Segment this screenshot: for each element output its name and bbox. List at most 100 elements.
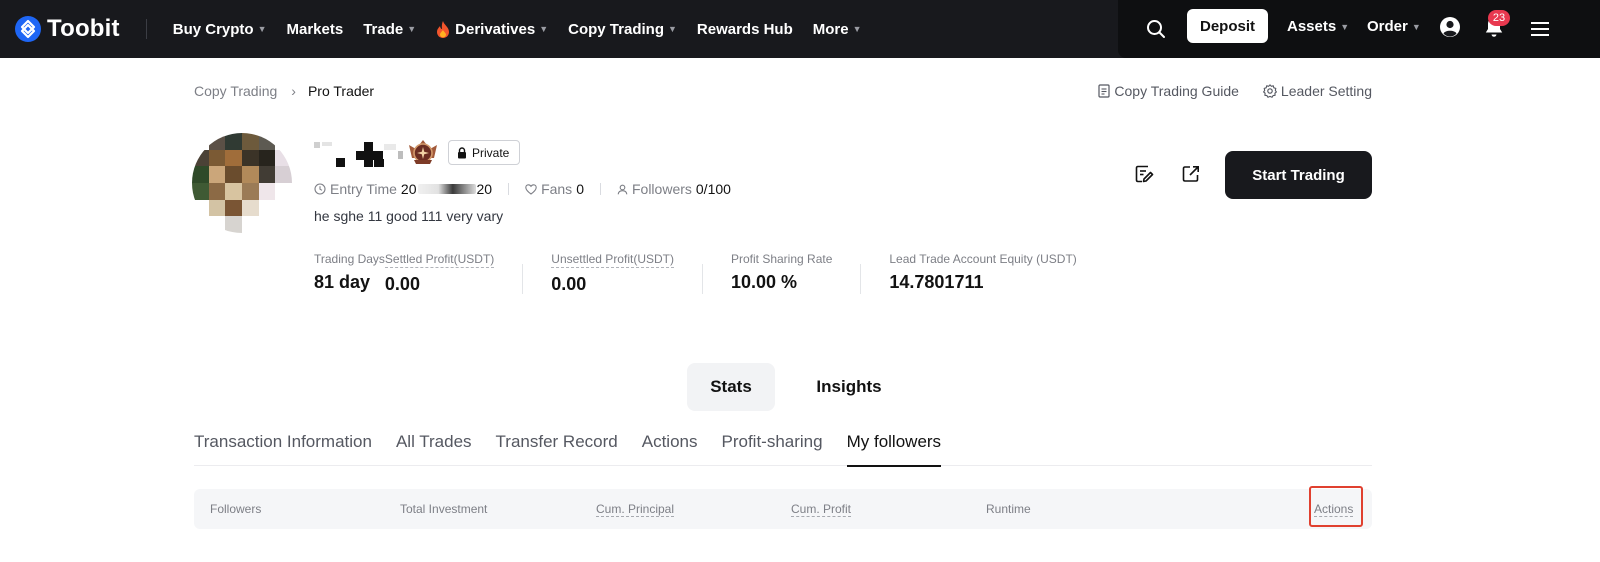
stat-divider <box>701 264 703 294</box>
caret-down-icon: ▼ <box>1340 21 1350 32</box>
stat-divider <box>860 264 862 294</box>
gear-icon <box>1262 84 1277 98</box>
entry-time-label: Entry Time <box>330 181 397 197</box>
stat-unsettled-profit: Unsettled Profit(USDT) 0.00 <box>551 252 674 295</box>
entry-time: Entry Time 20 20 <box>314 181 492 197</box>
caret-down-icon: ▼ <box>852 24 862 34</box>
followers-table-header: Followers Total Investment Cum. Principa… <box>194 489 1372 529</box>
column-total-investment: Total Investment <box>400 489 487 529</box>
tab-transaction-information[interactable]: Transaction Information <box>194 425 372 466</box>
nav-label: Assets <box>1287 18 1337 35</box>
copy-trading-guide-link[interactable]: Copy Trading Guide <box>1098 83 1239 99</box>
stat-label[interactable]: Settled Profit(USDT) <box>384 252 495 268</box>
brand-logo[interactable]: Toobit <box>15 0 120 58</box>
header-links: Copy Trading Guide Leader Setting <box>1074 83 1372 99</box>
column-cum-principal: Cum. Principal <box>596 489 675 529</box>
search-button[interactable] <box>1144 17 1168 41</box>
nav-derivatives[interactable]: Derivatives ▼ <box>436 20 548 38</box>
column-label[interactable]: Cum. Profit <box>791 502 852 517</box>
menu-button[interactable] <box>1528 17 1552 41</box>
guide-label: Copy Trading Guide <box>1114 83 1239 99</box>
tab-my-followers[interactable]: My followers <box>846 425 942 467</box>
meta-divider <box>508 183 510 195</box>
notification-count-badge: 23 <box>1488 10 1510 26</box>
account-button[interactable] <box>1438 15 1462 39</box>
nav-assets[interactable]: Assets ▼ <box>1287 18 1349 35</box>
breadcrumb-current: Pro Trader <box>307 83 375 99</box>
stat-label: Lead Trade Account Equity (USDT) <box>889 252 1077 266</box>
nav-markets[interactable]: Markets <box>287 21 344 38</box>
edit-icon <box>1135 165 1154 183</box>
column-label: Total Investment <box>400 502 488 516</box>
nav-rewards-hub[interactable]: Rewards Hub <box>697 21 793 38</box>
edit-profile-button[interactable] <box>1134 164 1154 189</box>
leader-setting-link[interactable]: Leader Setting <box>1262 83 1372 99</box>
caret-down-icon: ▼ <box>667 24 677 34</box>
entry-time-prefix: 20 <box>400 181 417 197</box>
fans-label: Fans <box>541 181 573 197</box>
nav-label: Copy Trading <box>568 20 664 38</box>
top-navigation-bar: Toobit Buy Crypto ▼ Markets Trade ▼ Deri… <box>0 0 1600 58</box>
stat-value: 0.00 <box>551 274 587 294</box>
user-avatar-icon <box>1440 17 1460 37</box>
tab-profit-sharing[interactable]: Profit-sharing <box>721 425 822 466</box>
nav-label: More <box>812 20 849 38</box>
nav-label: Derivatives <box>455 20 536 38</box>
detail-subtabs: Transaction Information All Trades Trans… <box>194 425 1372 467</box>
nav-copy-trading[interactable]: Copy Trading ▼ <box>568 21 677 38</box>
deposit-button[interactable]: Deposit <box>1187 9 1268 43</box>
followers-label: Followers <box>631 181 692 197</box>
stat-value: 0.00 <box>384 274 420 294</box>
nav-label: Rewards Hub <box>696 20 793 38</box>
stat-value: 81 day <box>314 272 371 292</box>
main-menu: Buy Crypto ▼ Markets Trade ▼ Derivatives… <box>153 0 862 58</box>
stat-label[interactable]: Unsettled Profit(USDT) <box>551 252 674 268</box>
share-button[interactable] <box>1181 164 1201 189</box>
tab-transfer-record[interactable]: Transfer Record <box>496 425 618 466</box>
nav-label: Order <box>1367 18 1408 35</box>
column-label[interactable]: Cum. Principal <box>596 502 675 517</box>
start-trading-button[interactable]: Start Trading <box>1225 151 1372 199</box>
stat-label: Profit Sharing Rate <box>730 252 833 266</box>
pixelated-avatar-image <box>192 133 292 233</box>
column-runtime: Runtime <box>986 489 1031 529</box>
lock-icon <box>458 146 466 158</box>
stat-trading-days: Trading Days 81 day <box>314 252 385 295</box>
nav-label: Trade <box>363 20 404 38</box>
clock-icon <box>314 183 326 195</box>
private-label: Private <box>472 145 510 160</box>
tab-all-trades[interactable]: All Trades <box>396 425 472 466</box>
toobit-logo-icon <box>15 16 41 42</box>
share-icon <box>1182 166 1199 182</box>
tab-actions[interactable]: Actions <box>642 425 698 466</box>
brand-name: Toobit <box>47 15 120 42</box>
fire-icon <box>437 20 450 38</box>
nav-buy-crypto[interactable]: Buy Crypto ▼ <box>173 21 267 38</box>
stat-value: 10.00 % <box>730 272 798 292</box>
segment-insights[interactable]: Insights <box>775 363 923 411</box>
nav-divider <box>145 19 147 39</box>
nav-label: Buy Crypto <box>172 20 254 38</box>
trader-level-badge-icon <box>409 140 437 164</box>
caret-down-icon: ▼ <box>407 24 417 34</box>
actions-column-highlight <box>1309 486 1363 527</box>
stats-insights-toggle: Stats Insights <box>687 363 923 411</box>
nav-order[interactable]: Order ▼ <box>1367 18 1421 35</box>
caret-down-icon: ▼ <box>257 24 267 34</box>
breadcrumb: Copy Trading › Pro Trader <box>194 83 374 99</box>
nav-trade[interactable]: Trade ▼ <box>363 21 416 38</box>
column-label: Followers <box>210 502 262 516</box>
entry-time-suffix: 20 <box>476 181 493 197</box>
private-tag: Private <box>448 140 521 165</box>
masked-nickname <box>314 142 403 167</box>
column-cum-profit: Cum. Profit <box>791 489 852 529</box>
stat-divider <box>522 264 524 294</box>
column-followers: Followers <box>210 489 261 529</box>
trader-bio: he sghe 11 good 111 very vary <box>314 208 504 224</box>
segment-stats[interactable]: Stats <box>687 363 775 411</box>
person-icon <box>617 184 628 194</box>
breadcrumb-copy-trading-link[interactable]: Copy Trading <box>194 83 277 99</box>
nav-more[interactable]: More ▼ <box>813 21 862 38</box>
fans-value: 0 <box>576 181 584 197</box>
nav-label: Markets <box>286 20 344 38</box>
